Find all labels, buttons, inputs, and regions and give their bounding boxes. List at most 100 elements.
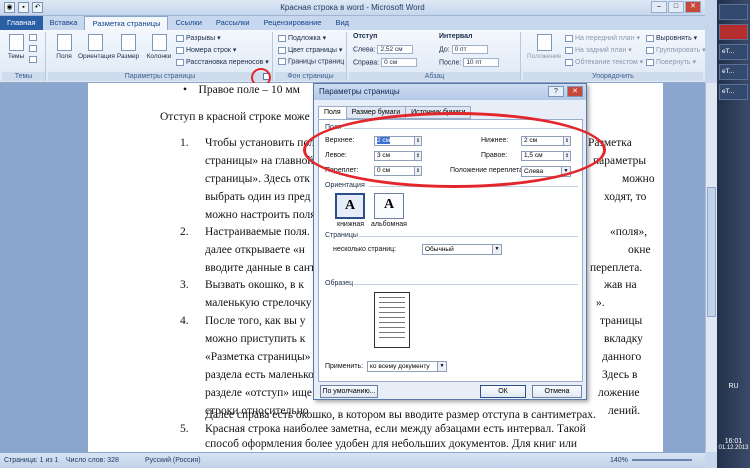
watermark-button[interactable]: Подложка ▾ — [278, 34, 326, 42]
page-count-status[interactable]: Страница: 1 из 1 — [4, 457, 58, 464]
orientation-button[interactable]: Ориентация — [78, 34, 115, 60]
multiple-pages-value: Обычный — [425, 246, 454, 253]
taskbar-item[interactable] — [719, 4, 748, 20]
list-item-line: далее открываете «н — [205, 244, 305, 256]
list-item-line: раздела есть маленько — [205, 369, 314, 381]
tab-home[interactable]: Главная — [0, 16, 43, 30]
language-status[interactable]: Русский (Россия) — [145, 457, 201, 464]
tab-margins[interactable]: Поля — [318, 106, 347, 119]
zoom-slider[interactable] — [632, 459, 692, 461]
group-icon — [646, 46, 654, 54]
clock-time[interactable]: 16:01 — [717, 438, 750, 445]
list-item-line: вводите данные в сант — [205, 262, 316, 274]
zoom-level[interactable]: 140% — [610, 457, 628, 464]
page-borders-button[interactable]: Границы страниц — [278, 58, 344, 65]
align-button[interactable]: Выровнять ▾ — [646, 34, 697, 42]
line-numbers-label: Номера строк — [186, 47, 231, 54]
position-label: Положение — [527, 53, 562, 60]
spacing-after-input[interactable]: 10 пт — [463, 58, 500, 67]
scrollbar-thumb[interactable] — [707, 187, 716, 317]
landscape-option[interactable]: A — [374, 193, 404, 219]
list-item-number: 5. — [180, 423, 189, 435]
page-background-group: Подложка ▾ Цвет страницы ▾ Границы стран… — [275, 32, 347, 81]
chevron-down-icon: ▼ — [437, 362, 446, 371]
size-button[interactable]: Размер — [114, 34, 142, 60]
position-button[interactable]: Положение — [527, 34, 561, 60]
theme-effects-button[interactable] — [29, 56, 39, 63]
page-color-icon — [278, 46, 286, 54]
margins-button[interactable]: Поля — [53, 34, 75, 60]
send-back-button[interactable]: На задний план ▾ — [565, 46, 632, 54]
theme-fonts-button[interactable] — [29, 45, 39, 52]
breaks-button[interactable]: Разрывы ▾ — [176, 34, 221, 42]
align-icon — [646, 34, 654, 42]
cancel-button[interactable]: Отмена — [532, 385, 582, 398]
minimize-button[interactable]: – — [651, 1, 667, 13]
themes-group: Темы Темы — [2, 32, 46, 81]
word-count-status[interactable]: Число слов: 328 — [66, 457, 119, 464]
text-fragment: Здесь в — [602, 369, 638, 381]
taskbar-item[interactable]: eT... — [719, 84, 748, 100]
status-bar: Страница: 1 из 1 Число слов: 328 Русский… — [0, 452, 705, 468]
portrait-label: книжная — [337, 221, 365, 228]
bullet-line: • Правое поле – 10 мм — [183, 84, 300, 96]
tab-view[interactable]: Вид — [328, 16, 356, 30]
hyphenation-label: Расстановка переносов — [186, 59, 264, 66]
window-title: Красная строка в word - Microsoft Word — [280, 3, 425, 12]
intro-line: Отступ в красной строке може — [160, 111, 310, 123]
hyphenation-button[interactable]: Расстановка переносов ▾ — [176, 58, 269, 66]
taskbar-item[interactable]: eT... — [719, 64, 748, 80]
dialog-close-icon[interactable]: ✕ — [567, 86, 583, 97]
list-item-line: Настраиваемые поля. — [205, 226, 310, 238]
page-borders-icon — [278, 58, 286, 65]
divider — [354, 284, 578, 285]
help-icon[interactable]: ? — [548, 86, 564, 97]
tab-insert[interactable]: Вставка — [43, 16, 85, 30]
tab-page-layout[interactable]: Разметка страницы — [84, 16, 169, 30]
orientation-section-title: Ориентация — [325, 182, 365, 189]
vertical-scrollbar[interactable] — [705, 83, 717, 452]
landscape-page-icon: A — [383, 197, 395, 212]
indent-left-input[interactable]: 2,52 см — [377, 45, 414, 54]
indent-right-input[interactable]: 0 см — [381, 58, 418, 67]
text-fragment: вкладку — [604, 333, 643, 345]
indent-left-label: Слева: — [353, 46, 376, 54]
group-button[interactable]: Группировать ▾ — [646, 46, 706, 54]
language-indicator[interactable]: RU — [717, 383, 750, 390]
multiple-pages-select[interactable]: Обычный ▼ — [422, 244, 502, 255]
ok-button[interactable]: ОК — [480, 385, 526, 398]
taskbar-item[interactable]: eT... — [719, 44, 748, 60]
size-label: Размер — [116, 53, 140, 60]
dialog-title: Параметры страницы — [319, 87, 400, 96]
list-item-line: страницы». Здесь отк — [205, 173, 310, 185]
spacing-before-row: До: 0 пт — [439, 45, 488, 54]
line-numbers-button[interactable]: Номера строк ▾ — [176, 46, 236, 54]
apply-to-label: Применить: — [325, 363, 364, 370]
text-wrap-icon — [565, 58, 573, 66]
list-item-line: разделе «отступ» ище — [205, 387, 312, 399]
list-item-line: маленькую стрелочку в — [205, 297, 320, 309]
page-color-button[interactable]: Цвет страницы ▾ — [278, 46, 342, 54]
landscape-label: альбомная — [371, 221, 407, 228]
text-wrap-button[interactable]: Обтекание текстом ▾ — [565, 58, 643, 66]
default-button[interactable]: По умолчанию... — [320, 385, 378, 398]
spacing-before-input[interactable]: 0 пт — [451, 45, 488, 54]
columns-button[interactable]: Колонки — [144, 34, 174, 60]
tab-mailings[interactable]: Рассылки — [209, 16, 257, 30]
text-fragment: данного — [602, 351, 642, 363]
tab-references[interactable]: Ссылки — [168, 16, 208, 30]
indent-right-label: Справа: — [353, 59, 380, 67]
tab-review[interactable]: Рецензирование — [257, 16, 329, 30]
apply-to-select[interactable]: ко всему документу ▼ — [367, 361, 447, 372]
maximize-button[interactable]: □ — [668, 1, 684, 13]
orientation-icon — [87, 34, 103, 51]
portrait-option[interactable]: A — [335, 193, 365, 219]
themes-button[interactable]: Темы — [5, 34, 27, 60]
indent-right-row: Справа: 0 см — [353, 58, 418, 67]
align-label: Выровнять — [656, 35, 692, 42]
taskbar-item[interactable] — [719, 24, 748, 40]
bring-front-button[interactable]: На передний план ▾ — [565, 34, 640, 42]
theme-colors-button[interactable] — [29, 34, 39, 41]
rotate-button[interactable]: Повернуть ▾ — [646, 58, 696, 66]
close-button[interactable]: ✕ — [685, 1, 701, 13]
